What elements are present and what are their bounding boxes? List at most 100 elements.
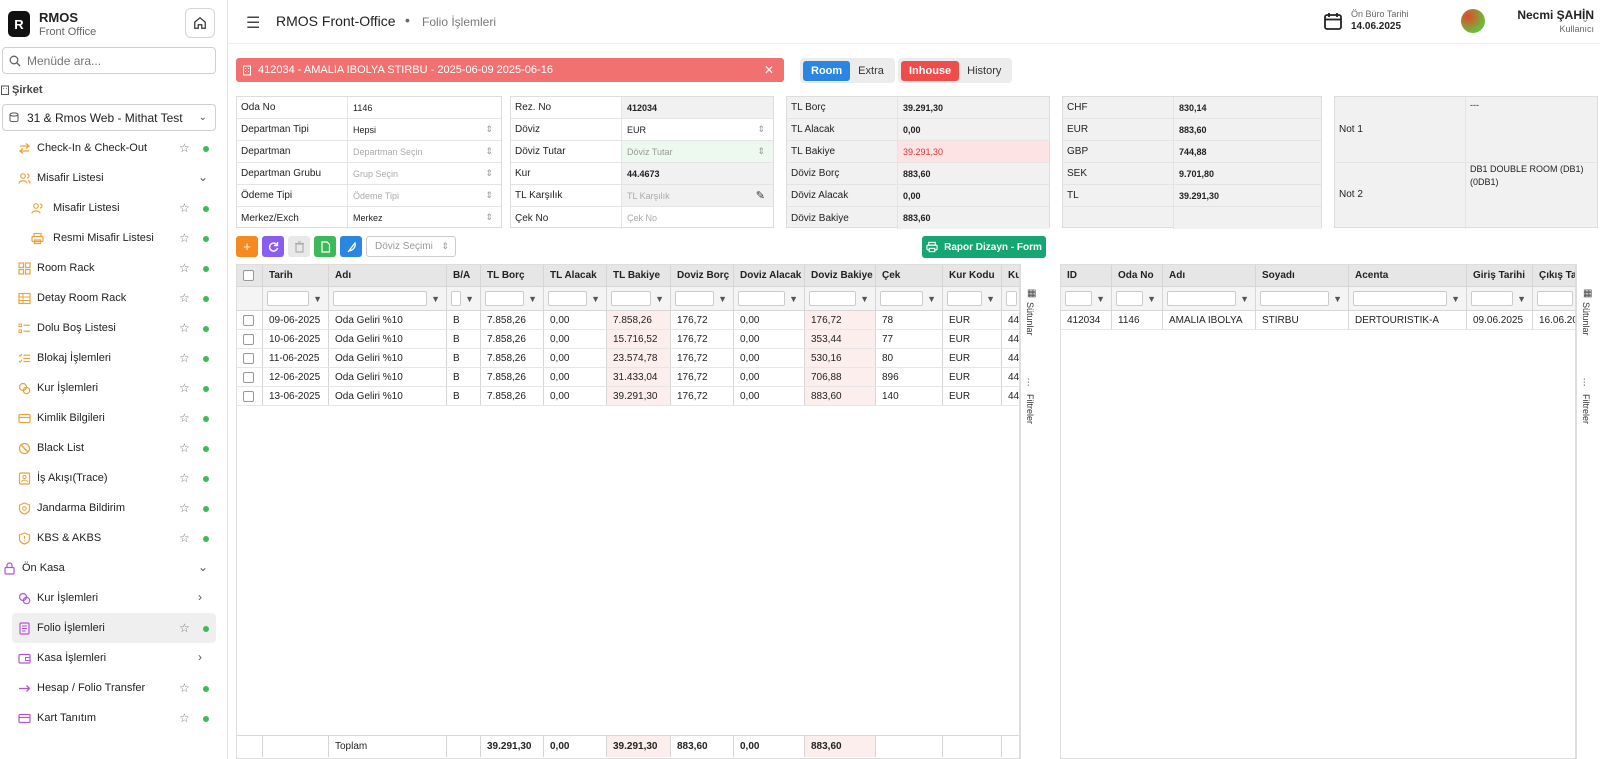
filter-input[interactable]	[485, 291, 525, 306]
column-header[interactable]: Çıkış Ta	[1533, 265, 1575, 286]
column-header[interactable]: Adı	[1163, 265, 1256, 286]
column-header[interactable]: Acenta	[1349, 265, 1467, 286]
add-button[interactable]: +	[236, 236, 258, 257]
filter-input[interactable]	[1167, 291, 1237, 306]
table-row[interactable]: 10-06-2025 Oda Geliri %10 B 7.858,26 0,0…	[237, 330, 1019, 349]
sidebar-item-hesap-folio-transfer[interactable]: Hesap / Folio Transfer ☆	[0, 673, 227, 703]
filter-icon[interactable]: ▼	[528, 294, 537, 304]
star-icon[interactable]: ☆	[179, 411, 190, 425]
star-icon[interactable]: ☆	[179, 261, 190, 275]
filter-icon[interactable]: ▼	[1517, 294, 1526, 304]
column-header[interactable]: Doviz Borç	[671, 265, 734, 286]
sidebar-item-black-list[interactable]: Black List ☆	[0, 433, 227, 463]
columns-icon[interactable]: ▦	[1583, 288, 1592, 299]
star-icon[interactable]: ☆	[179, 291, 190, 305]
star-icon[interactable]: ☆	[179, 351, 190, 365]
filter-input[interactable]	[947, 291, 983, 306]
filter-icon[interactable]: ▼	[1333, 294, 1342, 304]
close-icon[interactable]: ✕	[764, 63, 774, 77]
star-icon[interactable]: ☆	[179, 381, 190, 395]
row-checkbox[interactable]	[243, 371, 254, 383]
star-icon[interactable]: ☆	[179, 681, 190, 695]
star-icon[interactable]: ☆	[179, 441, 190, 455]
column-header[interactable]: Giriş Tarihi	[1467, 265, 1533, 286]
payment-type-select[interactable]: Ödeme Tipi ⇕	[347, 185, 501, 206]
sidebar-item-kur-islemleri-kasa[interactable]: Kur İşlemleri ›	[0, 583, 227, 613]
table-row[interactable]: 412034 1146 AMALIA IBOLYA STIRBU DERTOUR…	[1061, 311, 1575, 330]
filter-input[interactable]	[1537, 291, 1573, 306]
sidebar-item-kur-islemleri[interactable]: Kur İşlemleri ☆	[0, 373, 227, 403]
filter-icon[interactable]: ▼	[1451, 294, 1460, 304]
filter-icon[interactable]: ▼	[655, 294, 664, 304]
tab-room[interactable]: Room	[803, 60, 851, 81]
sidebar-item-is-akisi[interactable]: İş Akışı(Trace) ☆	[0, 463, 227, 493]
sidebar-item-misafir-listesi[interactable]: Misafir Listesi ☆	[0, 193, 227, 223]
star-icon[interactable]: ☆	[179, 501, 190, 515]
filter-input[interactable]	[1006, 291, 1017, 306]
sidebar-item-room-rack[interactable]: Room Rack ☆	[0, 253, 227, 283]
chevron-down-icon[interactable]: ⌄	[1581, 14, 1589, 25]
filter-input[interactable]	[1260, 291, 1330, 306]
sidebar-item-blokaj-islemleri[interactable]: Blokaj İşlemleri ☆	[0, 343, 227, 373]
sidebar-item-check-in-out[interactable]: Check-In & Check-Out ☆	[0, 133, 227, 163]
tab-inhouse[interactable]: Inhouse	[901, 60, 960, 81]
row-checkbox[interactable]	[243, 333, 254, 345]
table-row[interactable]: 12-06-2025 Oda Geliri %10 B 7.858,26 0,0…	[237, 368, 1019, 387]
sidebar-item-kart-tanitim[interactable]: Kart Tanıtım ☆	[0, 703, 227, 733]
column-header[interactable]: TL Alacak	[544, 265, 607, 286]
filter-icon[interactable]: ▼	[789, 294, 798, 304]
star-icon[interactable]: ☆	[179, 471, 190, 485]
currency-amount-input[interactable]: Döviz Tutar ⇕	[621, 141, 773, 162]
column-header[interactable]: Ku	[1002, 265, 1019, 286]
table-row[interactable]: 11-06-2025 Oda Geliri %10 B 7.858,26 0,0…	[237, 349, 1019, 368]
filter-icon[interactable]: ▼	[1240, 294, 1249, 304]
filter-icon[interactable]: ▼	[860, 294, 869, 304]
check-no-input[interactable]: Çek No	[621, 207, 773, 229]
menu-search-input[interactable]	[27, 53, 207, 68]
hamburger-icon[interactable]: ☰	[246, 13, 260, 33]
filter-icon[interactable]: ▼	[431, 294, 440, 304]
menu-search[interactable]	[2, 47, 216, 74]
filter-input[interactable]	[1353, 291, 1448, 306]
column-header[interactable]: Kur Kodu	[943, 265, 1002, 286]
refresh-button[interactable]	[262, 236, 284, 257]
filter-input[interactable]	[548, 291, 588, 306]
filter-icon[interactable]: ▼	[591, 294, 600, 304]
delete-button[interactable]	[288, 236, 310, 257]
star-icon[interactable]: ☆	[179, 531, 190, 545]
filter-icon[interactable]: ▼	[718, 294, 727, 304]
table-row[interactable]: 09-06-2025 Oda Geliri %10 B 7.858,26 0,0…	[237, 311, 1019, 330]
row-checkbox[interactable]	[243, 390, 254, 402]
pencil-icon[interactable]: ✎	[756, 189, 765, 202]
filters-tab[interactable]: Filtreler	[1581, 394, 1591, 424]
column-header[interactable]: Tarih	[263, 265, 329, 286]
tab-history[interactable]: History	[959, 61, 1009, 81]
columns-tab[interactable]: Sütunlar	[1581, 302, 1591, 336]
export-button[interactable]	[314, 236, 336, 257]
report-design-button[interactable]: Rapor Dizayn - Form	[922, 236, 1046, 258]
user-info[interactable]: Necmi ŞAHİN Kullanıcı	[1494, 8, 1594, 34]
filter-input[interactable]	[1471, 291, 1514, 306]
column-header[interactable]: Çek	[876, 265, 943, 286]
filter-icon[interactable]: ▼	[986, 294, 995, 304]
columns-tab[interactable]: Sütunlar	[1025, 302, 1035, 336]
filter-input[interactable]	[880, 291, 924, 306]
room-no-input[interactable]: 1146	[347, 97, 501, 118]
tl-equivalent-input[interactable]: TL Karşılık ✎	[621, 185, 773, 206]
star-icon[interactable]: ☆	[179, 711, 190, 725]
filter-input[interactable]	[451, 291, 462, 306]
column-header[interactable]: Doviz Alacak	[734, 265, 805, 286]
star-icon[interactable]: ☆	[179, 321, 190, 335]
table-row[interactable]: 13-06-2025 Oda Geliri %10 B 7.858,26 0,0…	[237, 387, 1019, 406]
filters-tab[interactable]: Filtreler	[1025, 394, 1035, 424]
sidebar-item-kbs-akbs[interactable]: KBS & AKBS ☆	[0, 523, 227, 553]
filter-input[interactable]	[1116, 291, 1144, 306]
filter-input[interactable]	[333, 291, 428, 306]
currency-choice-select[interactable]: Döviz Seçimi ⇕	[366, 236, 456, 257]
sidebar-item-detay-room-rack[interactable]: Detay Room Rack ☆	[0, 283, 227, 313]
filter-input[interactable]	[1065, 291, 1093, 306]
star-icon[interactable]: ☆	[179, 141, 190, 155]
department-group-select[interactable]: Grup Seçin ⇕	[347, 163, 501, 184]
center-exch-select[interactable]: Merkez ⇕	[347, 207, 501, 229]
sidebar-item-kasa-islemleri[interactable]: Kasa İşlemleri ›	[0, 643, 227, 673]
